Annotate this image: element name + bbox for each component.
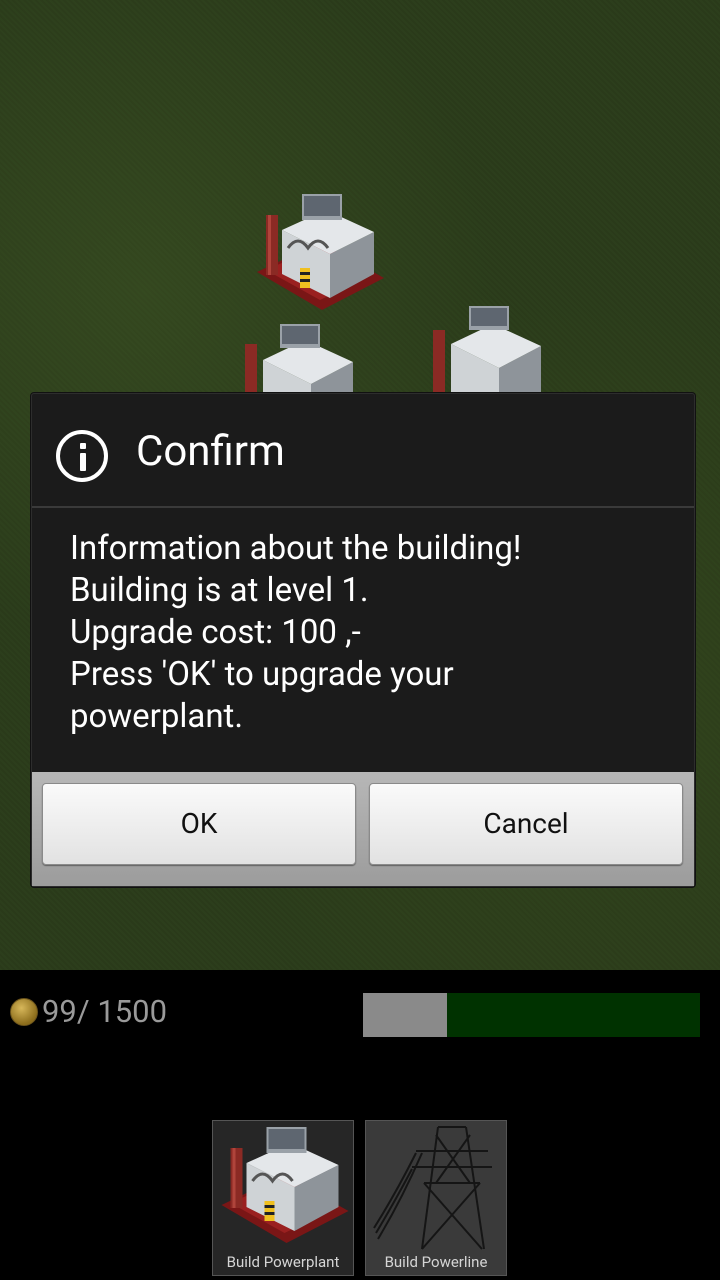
build-powerplant-label: Build Powerplant — [226, 1253, 340, 1271]
powerplant-building[interactable] — [425, 302, 560, 397]
message-line: Upgrade cost: 100 ,- — [70, 613, 361, 652]
progress-fill — [363, 993, 448, 1037]
message-line: powerplant. — [70, 697, 244, 736]
bottom-panel: 99/ 1500 Build Powerplant Build Powerlin… — [0, 970, 720, 1280]
dialog-message: Information about the building! Building… — [70, 528, 670, 738]
dialog-title: Confirm — [136, 427, 285, 476]
dialog-header: Confirm — [32, 394, 694, 508]
confirm-dialog: Confirm Information about the building! … — [31, 393, 695, 887]
message-line: Building is at level 1. — [70, 571, 369, 610]
progress-bar — [363, 993, 700, 1037]
message-line: Press 'OK' to upgrade your — [70, 655, 454, 694]
message-line: Information about the building! — [70, 529, 522, 568]
powerplant-building[interactable] — [235, 322, 370, 397]
dialog-button-bar: OK Cancel — [32, 772, 694, 886]
powerline-tower-icon — [373, 1126, 492, 1250]
ok-button[interactable]: OK — [42, 783, 356, 865]
info-icon — [56, 430, 108, 482]
build-powerline-label: Build Powerline — [384, 1253, 488, 1271]
coin-icon — [10, 998, 38, 1026]
money-counter: 99/ 1500 — [42, 993, 168, 1030]
powerplant-icon — [221, 1127, 349, 1243]
build-powerline-button[interactable]: Build Powerline — [365, 1120, 507, 1276]
build-powerplant-button[interactable]: Build Powerplant — [212, 1120, 354, 1276]
powerplant-building[interactable] — [252, 190, 387, 320]
cancel-button[interactable]: Cancel — [369, 783, 683, 865]
